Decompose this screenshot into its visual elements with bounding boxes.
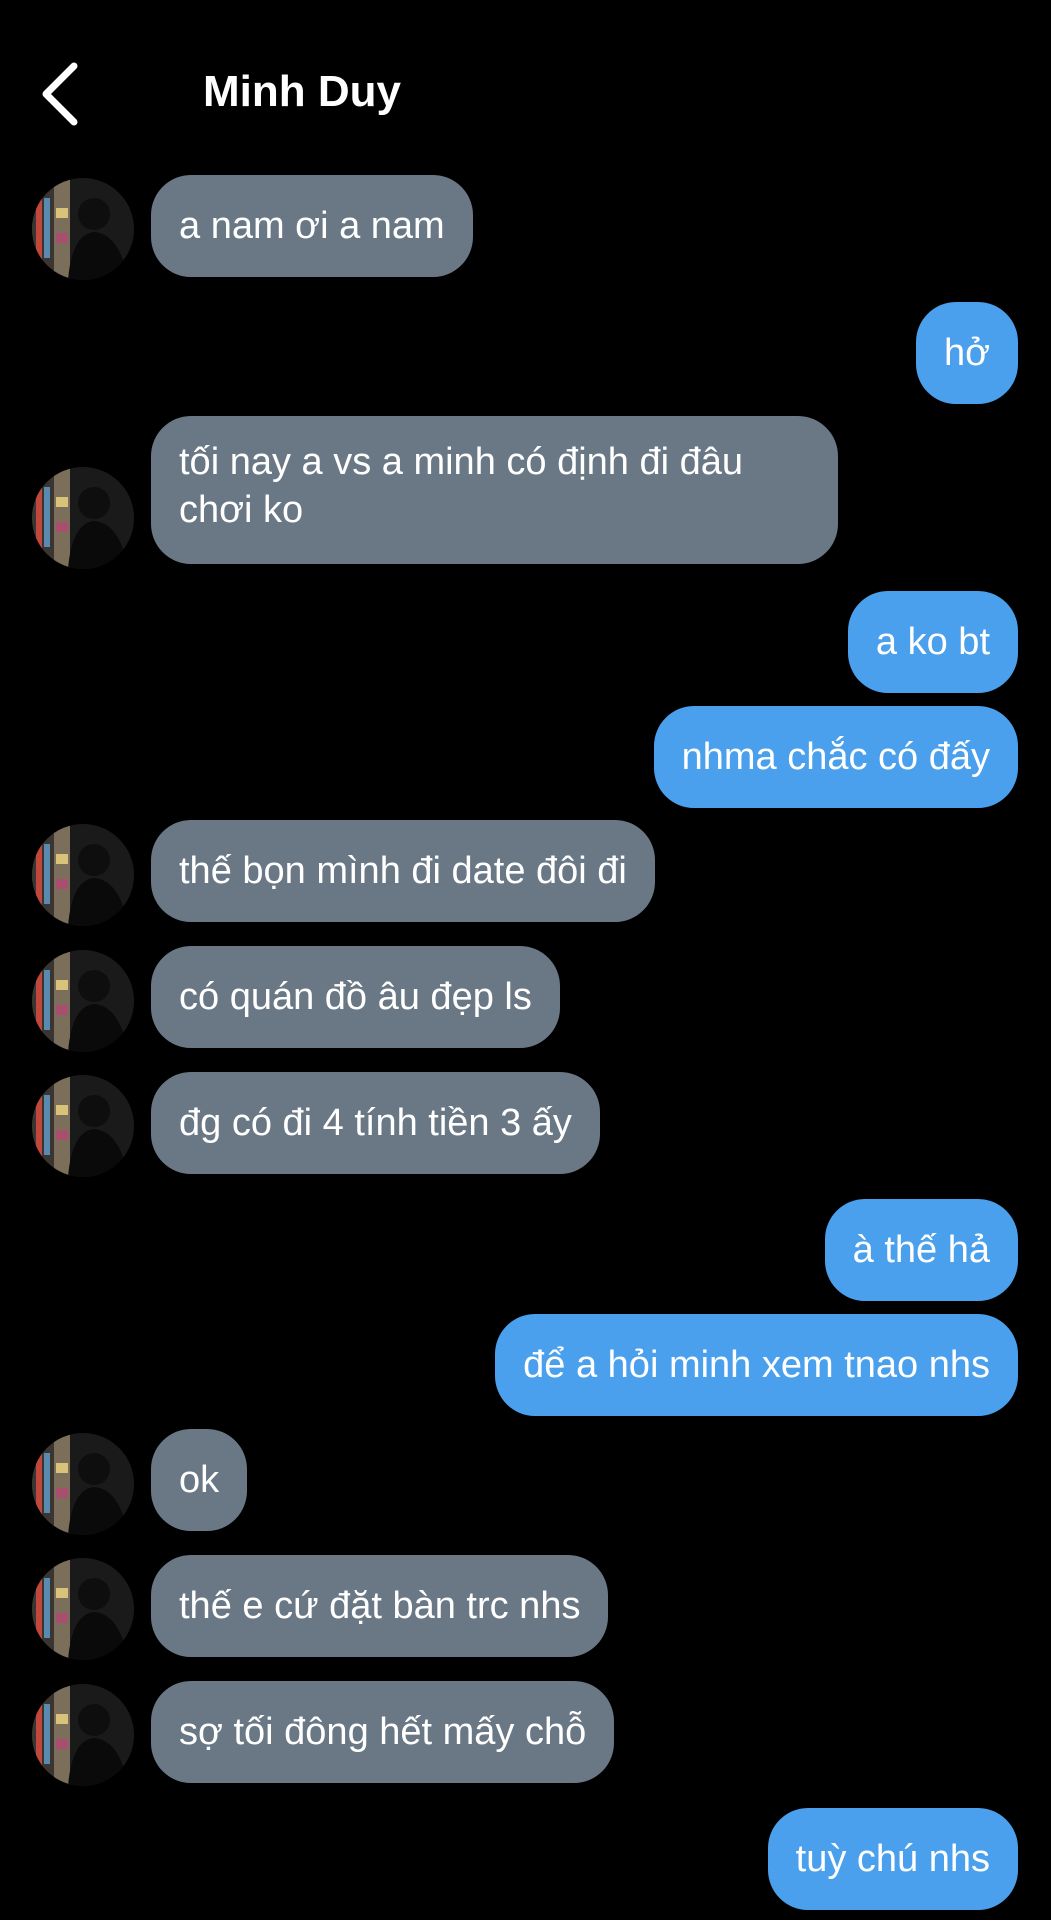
incoming-message: tối nay a vs a minh có định đi đâu chơi … — [151, 416, 838, 564]
incoming-message: a nam ơi a nam — [151, 175, 473, 277]
incoming-message: thế bọn mình đi date đôi đi — [151, 820, 655, 922]
outgoing-message: để a hỏi minh xem tnao nhs — [495, 1314, 1018, 1416]
contact-avatar[interactable] — [32, 1684, 134, 1786]
contact-avatar[interactable] — [32, 467, 134, 569]
outgoing-message: hở — [915, 302, 1018, 404]
incoming-message: ok — [151, 1429, 248, 1531]
back-button[interactable] — [34, 58, 94, 130]
contact-avatar[interactable] — [32, 1433, 134, 1535]
incoming-message: thế e cứ đặt bàn trc nhs — [151, 1555, 609, 1657]
chevron-left-icon — [42, 62, 78, 126]
outgoing-message: nhma chắc có đấy — [653, 706, 1018, 808]
contact-avatar[interactable] — [32, 178, 134, 280]
contact-avatar[interactable] — [32, 1075, 134, 1177]
incoming-message: có quán đồ âu đẹp ls — [151, 946, 560, 1048]
outgoing-message: à thế hả — [824, 1199, 1018, 1301]
incoming-message: sợ tối đông hết mấy chỗ — [151, 1681, 615, 1783]
chat-header: Minh Duy — [0, 0, 1051, 150]
outgoing-message: a ko bt — [847, 591, 1018, 693]
contact-avatar[interactable] — [32, 1558, 134, 1660]
contact-avatar[interactable] — [32, 950, 134, 1052]
incoming-message: đg có đi 4 tính tiền 3 ấy — [151, 1072, 600, 1174]
outgoing-message: tuỳ chú nhs — [767, 1808, 1018, 1910]
contact-avatar[interactable] — [32, 824, 134, 926]
contact-name[interactable]: Minh Duy — [203, 66, 401, 118]
